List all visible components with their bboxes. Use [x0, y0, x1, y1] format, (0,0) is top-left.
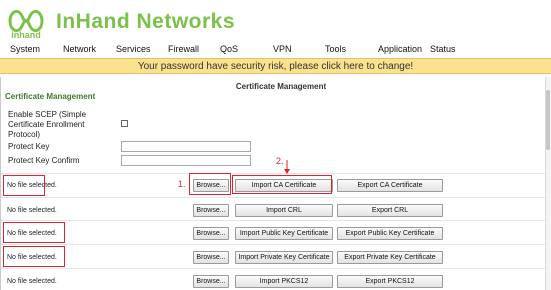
export-ca-certificate-button[interactable]: Export CA Certificate: [337, 179, 443, 192]
annotation-highlight-box: [189, 173, 231, 195]
browse-button[interactable]: Browse...: [193, 275, 229, 288]
scrollbar-thumb[interactable]: [546, 90, 550, 150]
brand-name: InHand Networks: [56, 10, 236, 33]
header: inhand InHand Networks: [0, 0, 551, 42]
nav-item-system[interactable]: System: [10, 44, 40, 54]
scep-checkbox[interactable]: [121, 120, 128, 127]
nav-item-firewall[interactable]: Firewall: [168, 44, 199, 54]
annotation-highlight-box: [232, 175, 332, 194]
protect-key-confirm-input[interactable]: [121, 155, 251, 166]
nav-item-network[interactable]: Network: [63, 44, 96, 54]
nav-item-services[interactable]: Services: [116, 44, 151, 54]
import-crl-button[interactable]: Import CRL: [235, 204, 333, 217]
file-status-text: No file selected.: [7, 207, 57, 214]
protect-key-confirm-label: Protect Key Confirm: [8, 156, 80, 165]
step-1-marker: 1.: [178, 179, 186, 189]
export-crl-button[interactable]: Export CRL: [337, 204, 443, 217]
scep-label: Enable SCEP (Simple Certificate Enrollme…: [8, 110, 87, 139]
row-divider: [1, 244, 545, 245]
nav-item-qos[interactable]: QoS: [220, 44, 238, 54]
nav-item-status[interactable]: Status: [430, 44, 456, 54]
annotation-highlight-box: [3, 175, 45, 196]
row-divider: [1, 197, 545, 198]
protect-key-input[interactable]: [121, 141, 251, 152]
export-pkcs12-button[interactable]: Export PKCS12: [337, 275, 443, 288]
security-warning-banner[interactable]: Your password have security risk, please…: [0, 58, 551, 74]
export-public-key-certificate-button[interactable]: Export Public Key Certificate: [337, 227, 443, 240]
inhand-logo-icon: inhand: [8, 9, 44, 39]
browse-button[interactable]: Browse...: [193, 227, 229, 240]
nav-item-vpn[interactable]: VPN: [273, 44, 292, 54]
import-private-key-certificate-button[interactable]: Import Private Key Certificate: [235, 251, 333, 264]
section-title: Certificate Management: [5, 92, 96, 101]
logo-text: inhand: [11, 30, 41, 39]
row-divider: [1, 220, 545, 221]
panel-title: Certificate Management: [235, 82, 327, 91]
annotation-highlight-box: [3, 246, 65, 267]
row-divider: [1, 173, 545, 174]
export-private-key-certificate-button[interactable]: Export Private Key Certificate: [337, 251, 443, 264]
step-2-arrow-icon: [284, 160, 290, 174]
nav-item-application[interactable]: Application: [378, 44, 422, 54]
row-divider: [1, 268, 545, 269]
protect-key-label: Protect Key: [8, 142, 50, 151]
annotation-highlight-box: [3, 222, 65, 243]
nav-item-tools[interactable]: Tools: [325, 44, 346, 54]
import-public-key-certificate-button[interactable]: Import Public Key Certificate: [235, 227, 333, 240]
browse-button[interactable]: Browse...: [193, 251, 229, 264]
browse-button[interactable]: Browse...: [193, 204, 229, 217]
import-pkcs12-button[interactable]: Import PKCS12: [235, 275, 333, 288]
file-status-text: No file selected.: [7, 278, 57, 285]
security-warning-text[interactable]: Your password have security risk, please…: [0, 61, 551, 72]
main-nav: System Network Services Firewall QoS VPN…: [0, 42, 551, 58]
